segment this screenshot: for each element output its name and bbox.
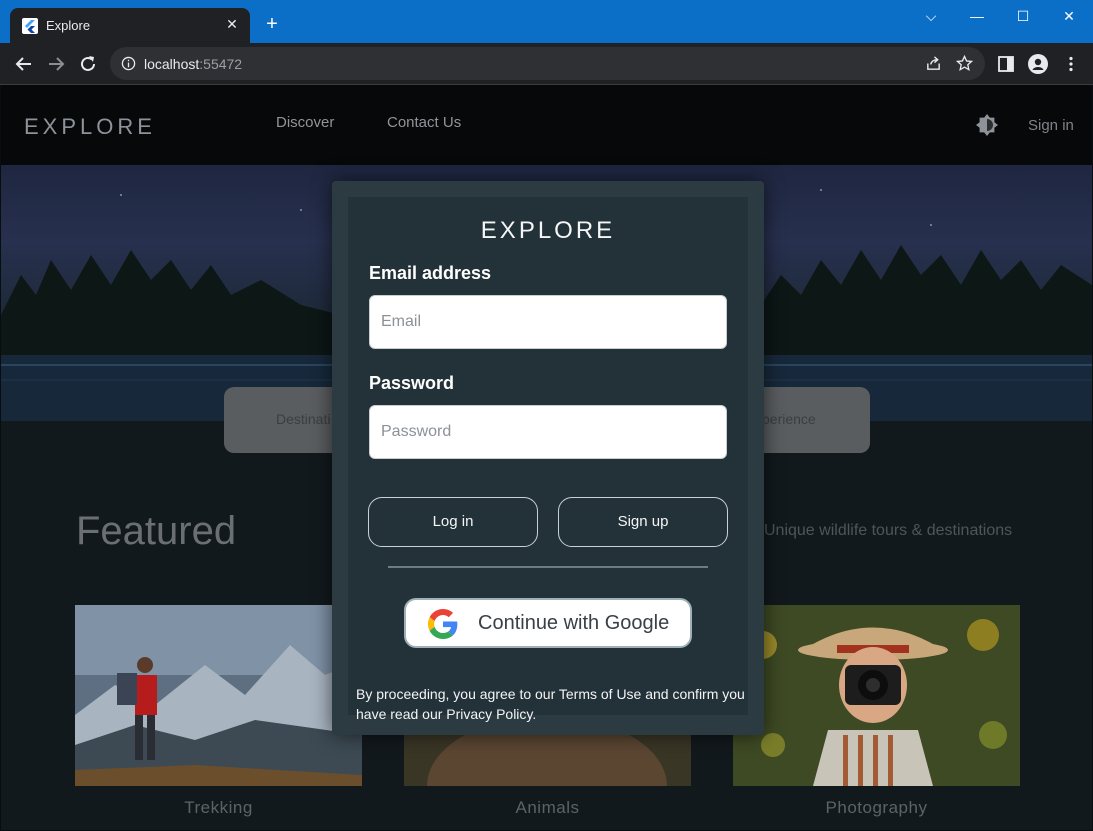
address-bar[interactable]: localhost:55472 <box>110 47 985 80</box>
new-tab-button[interactable]: + <box>262 14 282 34</box>
nav-discover[interactable]: Discover <box>276 114 334 131</box>
brightness-icon[interactable] <box>975 113 999 137</box>
signup-button[interactable]: Sign up <box>558 497 728 547</box>
dialog-logo: EXPLORE <box>480 217 616 244</box>
legal-notice: By proceeding, you agree to our Terms of… <box>356 686 745 722</box>
photography-card-image[interactable] <box>733 605 1020 786</box>
site-logo[interactable]: EXPLORE <box>24 114 156 140</box>
search-experience-label: perience <box>762 411 816 427</box>
close-window-button[interactable]: ✕ <box>1057 6 1081 26</box>
share-icon[interactable] <box>925 55 942 72</box>
bookmark-star-icon[interactable] <box>956 55 973 72</box>
flutter-icon <box>22 18 38 34</box>
minimize-button[interactable]: — <box>965 6 989 26</box>
google-signin-button[interactable]: Continue with Google <box>404 598 692 648</box>
trekking-card-image[interactable] <box>75 605 362 786</box>
site-header: EXPLORE Discover Contact Us Sign in <box>1 85 1092 165</box>
google-button-label: Continue with Google <box>478 612 670 634</box>
trekking-card-label[interactable]: Trekking <box>75 798 362 818</box>
featured-tagline: Unique wildlife tours & destinations <box>764 522 1013 539</box>
login-dialog: EXPLORE Email address Password Log in Si… <box>332 181 764 735</box>
email-label: Email address <box>369 263 492 283</box>
forward-arrow-icon[interactable] <box>45 53 67 75</box>
photography-card-label[interactable]: Photography <box>733 798 1020 818</box>
reload-icon[interactable] <box>77 53 99 75</box>
login-button[interactable]: Log in <box>368 497 538 547</box>
profile-avatar-icon[interactable] <box>1028 54 1048 74</box>
side-panel-icon[interactable] <box>997 55 1015 73</box>
tab-search-icon[interactable]: ⌵ <box>919 6 943 26</box>
nav-contact-us[interactable]: Contact Us <box>387 114 461 131</box>
tab-close-icon[interactable]: ✕ <box>224 16 240 32</box>
password-field[interactable] <box>369 405 727 459</box>
kebab-menu-icon[interactable] <box>1062 55 1080 73</box>
featured-heading: Featured <box>76 509 237 553</box>
maximize-button[interactable]: ☐ <box>1011 6 1035 26</box>
browser-titlebar: Explore ✕ + ⌵ — ☐ ✕ <box>0 0 1093 44</box>
animals-card-label[interactable]: Animals <box>404 798 691 818</box>
trekking-photo <box>75 605 362 786</box>
photography-photo <box>733 605 1020 786</box>
tab-title: Explore <box>46 18 91 33</box>
browser-tab[interactable]: Explore ✕ <box>10 8 250 44</box>
page-viewport: EXPLORE Discover Contact Us Sign in Dest… <box>1 85 1092 830</box>
url-text: localhost:55472 <box>144 56 243 72</box>
password-label: Password <box>369 373 455 393</box>
google-icon <box>428 609 458 639</box>
sign-in-link[interactable]: Sign in <box>1028 117 1074 134</box>
browser-toolbar: localhost:55472 <box>0 43 1093 85</box>
divider <box>388 566 708 568</box>
login-dialog-body: EXPLORE Email address Password Log in Si… <box>348 197 748 722</box>
search-destination-label: Destinati <box>276 411 331 427</box>
email-field[interactable] <box>369 295 727 349</box>
back-arrow-icon[interactable] <box>13 53 35 75</box>
site-info-icon[interactable] <box>121 56 136 71</box>
